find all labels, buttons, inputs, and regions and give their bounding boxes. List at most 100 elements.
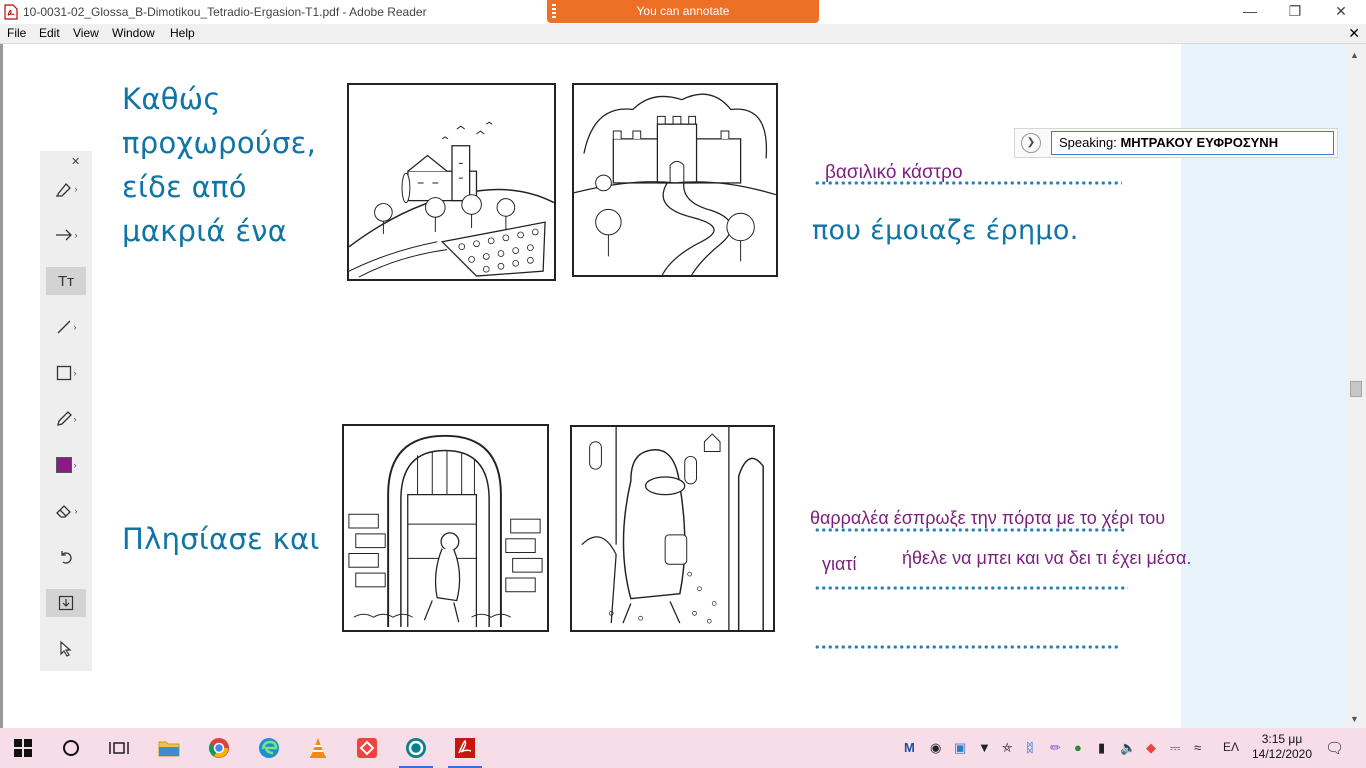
chevron-right-icon: › bbox=[73, 322, 77, 332]
tray-microphone-icon[interactable]: ▼ bbox=[978, 740, 991, 755]
text-tool[interactable]: Tт bbox=[46, 267, 86, 295]
annotate-banner-label: You can annotate bbox=[636, 4, 730, 18]
close-toolbar-button[interactable]: ✕ bbox=[71, 155, 80, 168]
edge-icon bbox=[259, 738, 279, 758]
vlc-button[interactable] bbox=[295, 728, 341, 768]
search-button[interactable] bbox=[48, 728, 94, 768]
arrow-tool[interactable]: › bbox=[46, 221, 86, 249]
close-button[interactable]: ✕ bbox=[1318, 0, 1364, 22]
scroll-up-icon[interactable]: ▲ bbox=[1350, 50, 1359, 60]
menu-bar: File Edit View Window Help ✕ bbox=[0, 24, 1366, 44]
chevron-right-icon: › bbox=[74, 230, 78, 240]
pdf-file-icon bbox=[4, 4, 18, 20]
pencil-icon bbox=[56, 411, 72, 426]
line-tool[interactable]: › bbox=[46, 313, 86, 341]
rectangle-icon bbox=[56, 365, 71, 381]
webex-icon bbox=[406, 738, 426, 758]
chrome-button[interactable] bbox=[196, 728, 242, 768]
chevron-right-icon: › bbox=[74, 506, 78, 516]
illustration-castle bbox=[572, 83, 778, 277]
body-text-line-3: είδε από bbox=[122, 170, 247, 204]
menu-view[interactable]: View bbox=[73, 26, 99, 40]
adobe-reader-icon bbox=[455, 738, 475, 758]
eraser-icon bbox=[55, 505, 71, 518]
menu-edit[interactable]: Edit bbox=[39, 26, 60, 40]
clock-time: 3:15 μμ bbox=[1261, 732, 1303, 746]
annotation-toolbar: ✕ › › Tт › › › › › bbox=[40, 151, 92, 671]
adobe-reader-button[interactable] bbox=[442, 728, 488, 768]
answer-line-4 bbox=[814, 645, 1120, 649]
eraser-tool[interactable]: › bbox=[46, 497, 86, 525]
chevron-right-icon: › bbox=[73, 414, 77, 424]
select-tool[interactable] bbox=[46, 635, 86, 663]
highlighter-icon bbox=[55, 183, 71, 197]
rectangle-tool[interactable]: › bbox=[46, 359, 86, 387]
undo-button[interactable] bbox=[46, 543, 86, 571]
clock[interactable]: 3:15 μμ 14/12/2020 bbox=[1246, 732, 1318, 762]
save-annotations-button[interactable] bbox=[46, 589, 86, 617]
annotation-because[interactable]: γιατί bbox=[822, 554, 857, 575]
menu-help[interactable]: Help bbox=[170, 26, 195, 40]
annotation-wanted-to-enter[interactable]: ήθελε να μπει και να δει τι έχει μέσα. bbox=[902, 548, 1191, 569]
vlc-cone-icon bbox=[310, 738, 326, 758]
vertical-scrollbar[interactable]: ▲ ▼ bbox=[1346, 44, 1366, 728]
drag-grip-icon[interactable] bbox=[552, 4, 556, 18]
anydesk-icon bbox=[357, 738, 377, 758]
tray-battery-icon[interactable]: ▮ bbox=[1098, 740, 1105, 756]
menu-file[interactable]: File bbox=[7, 26, 26, 40]
task-view-button[interactable] bbox=[96, 728, 142, 768]
illustration-village-hill bbox=[347, 83, 556, 281]
answer-line-3 bbox=[814, 586, 1128, 590]
speaking-name: ΜΗΤΡΑΚΟΥ ΕΥΦΡΟΣΥΝΗ bbox=[1120, 135, 1279, 150]
restore-button[interactable]: ❐ bbox=[1272, 0, 1318, 22]
scroll-thumb[interactable] bbox=[1350, 381, 1362, 397]
taskbar: M ◉ ▣ ▼ ⛤ ᛥ ✏ ● ▮ 🔈 ◆ ⎓ ≈ ΕΛ 3:15 μμ 14/… bbox=[0, 728, 1366, 768]
tray-anydesk-icon[interactable]: ◆ bbox=[1146, 740, 1156, 756]
scroll-down-icon[interactable]: ▼ bbox=[1350, 714, 1359, 724]
minimize-button[interactable]: — bbox=[1227, 0, 1273, 22]
clock-date: 14/12/2020 bbox=[1251, 747, 1313, 761]
illustration-castle-door bbox=[342, 424, 549, 632]
tray-volume-icon[interactable]: 🔈 bbox=[1120, 740, 1136, 756]
tray-webex-icon[interactable]: ● bbox=[1074, 740, 1082, 755]
answer-line-2 bbox=[814, 528, 1126, 532]
tray-m-icon[interactable]: M bbox=[904, 740, 915, 755]
line-icon bbox=[57, 320, 70, 334]
body-text-approached: Πλησίασε και bbox=[122, 522, 320, 556]
tray-wifi-icon[interactable]: ≈ bbox=[1194, 740, 1201, 755]
search-circle-icon bbox=[63, 740, 79, 756]
menu-window[interactable]: Window bbox=[112, 26, 155, 40]
close-document-button[interactable]: ✕ bbox=[1348, 25, 1360, 42]
tray-bluetooth-icon[interactable]: ᛥ bbox=[1026, 740, 1034, 755]
text-tool-icon: Tт bbox=[57, 272, 75, 290]
notifications-icon[interactable]: 🗨 bbox=[1325, 739, 1344, 757]
anydesk-button[interactable] bbox=[344, 728, 390, 768]
title-bar: 10-0031-02_Glossa_B-Dimotikou_Tetradio-E… bbox=[0, 0, 1366, 24]
webex-button[interactable] bbox=[393, 728, 439, 768]
tray-pen-icon[interactable]: ✏ bbox=[1050, 740, 1061, 756]
annotation-pushed-door[interactable]: θαρραλέα έσπρωξε την πόρτα με το χέρι το… bbox=[810, 508, 1165, 529]
tray-network-drive-icon[interactable]: ▣ bbox=[954, 740, 966, 756]
start-button[interactable] bbox=[0, 728, 46, 768]
edge-button[interactable] bbox=[246, 728, 292, 768]
chevron-right-icon: › bbox=[73, 460, 77, 470]
body-text-continuation: που έμοιαζε έρημο. bbox=[812, 215, 1079, 246]
speaking-field: Speaking: ΜΗΤΡΑΚΟΥ ΕΥΦΡΟΣΥΝΗ bbox=[1051, 131, 1334, 155]
body-text-line-4: μακριά ένα bbox=[122, 214, 288, 248]
chrome-icon bbox=[209, 738, 229, 758]
chevron-right-icon[interactable]: ❯ bbox=[1021, 133, 1041, 153]
illustration-alley-figure bbox=[570, 425, 775, 632]
highlighter-tool[interactable]: › bbox=[46, 175, 86, 203]
tray-camera-icon[interactable]: ◉ bbox=[930, 740, 941, 756]
annotate-banner[interactable]: You can annotate bbox=[547, 0, 819, 23]
answer-line-1 bbox=[814, 181, 1122, 185]
pencil-tool[interactable]: › bbox=[46, 405, 86, 433]
color-swatch-icon bbox=[55, 457, 72, 473]
color-picker[interactable]: › bbox=[46, 451, 86, 479]
file-explorer-button[interactable] bbox=[146, 728, 192, 768]
tray-power-icon[interactable]: ⎓ bbox=[1170, 740, 1180, 756]
download-icon bbox=[58, 595, 74, 611]
language-indicator[interactable]: ΕΛ bbox=[1223, 740, 1239, 754]
tray-shield-icon[interactable]: ⛤ bbox=[1002, 740, 1012, 756]
chevron-right-icon: › bbox=[74, 184, 78, 194]
